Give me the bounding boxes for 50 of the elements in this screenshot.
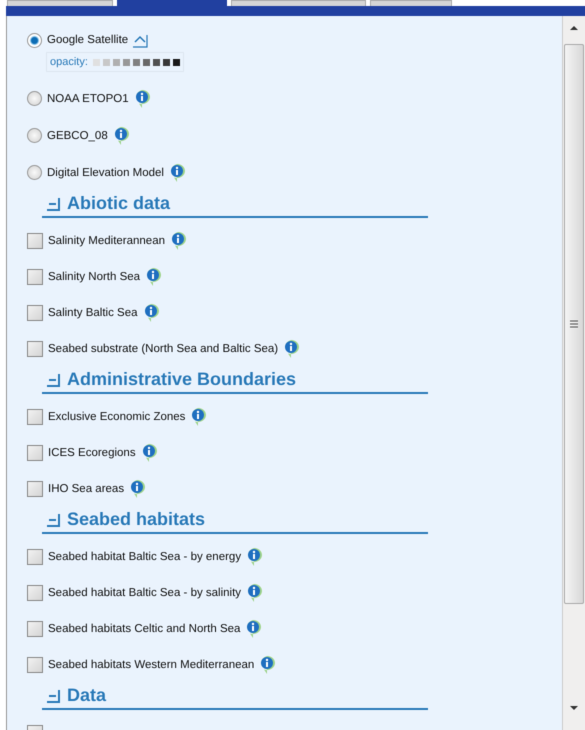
- collapse-icon[interactable]: [46, 688, 60, 702]
- scrollbar[interactable]: [562, 16, 585, 730]
- group-title: Data: [67, 685, 106, 706]
- layer-label: Salinity Mediterannean: [48, 235, 165, 247]
- layer-label: GEBCO_08: [47, 130, 108, 142]
- group-header[interactable]: Seabed habitats: [42, 507, 428, 534]
- layer-label: Salinty Baltic Sea: [48, 307, 138, 319]
- layer-label: Seabed habitats Western Mediterranean: [48, 659, 254, 671]
- layer-label: Google Satellite: [47, 34, 128, 46]
- group-header[interactable]: Administrative Boundaries: [42, 367, 428, 394]
- layer-label: NOAA ETOPO1: [47, 92, 129, 104]
- opacity-label: opacity:: [50, 56, 88, 68]
- collapse-icon[interactable]: [132, 32, 148, 48]
- layer-label: Seabed habitats Celtic and North Sea: [48, 623, 240, 635]
- layer-label: Exclusive Economic Zones: [48, 411, 186, 423]
- collapse-icon[interactable]: [46, 512, 60, 526]
- checkbox[interactable]: [27, 233, 43, 249]
- group-title: Administrative Boundaries: [67, 369, 296, 390]
- radio-button[interactable]: [27, 91, 42, 106]
- scroll-up-icon[interactable]: [569, 24, 579, 32]
- collapse-icon[interactable]: [46, 372, 60, 386]
- checkbox[interactable]: [27, 585, 43, 601]
- checkbox[interactable]: [27, 621, 43, 637]
- checkbox[interactable]: [27, 269, 43, 285]
- layer-label: Seabed habitat Baltic Sea - by energy: [48, 551, 242, 563]
- radio-button[interactable]: [27, 128, 42, 143]
- group-header[interactable]: Abiotic data: [42, 191, 428, 218]
- checkbox[interactable]: [27, 409, 43, 425]
- group-title: Abiotic data: [67, 193, 170, 214]
- layer-label: Digital Elevation Model: [47, 166, 164, 178]
- radio-button[interactable]: [27, 165, 42, 180]
- layer-label: Salinity North Sea: [48, 271, 140, 283]
- layer-label: Seabed habitat Baltic Sea - by salinity: [48, 587, 242, 599]
- opacity-control[interactable]: opacity:: [46, 52, 184, 72]
- grip-icon: [570, 320, 578, 328]
- checkbox[interactable]: [27, 305, 43, 321]
- checkbox[interactable]: [27, 549, 43, 565]
- checkbox[interactable]: [27, 445, 43, 461]
- checkbox[interactable]: [27, 481, 43, 497]
- scroll-down-icon[interactable]: [569, 704, 579, 712]
- layer-label: IHO Sea areas: [48, 483, 124, 495]
- collapse-icon[interactable]: [46, 196, 60, 210]
- layer-label: Seabed substrate (North Sea and Baltic Sea): [48, 343, 278, 355]
- scrollbar-thumb[interactable]: [564, 44, 584, 604]
- group-title: Seabed habitats: [67, 509, 206, 530]
- checkbox[interactable]: [27, 657, 43, 673]
- checkbox[interactable]: [27, 341, 43, 357]
- layer-label: ICES Ecoregions: [48, 447, 136, 459]
- radio-button[interactable]: [27, 32, 42, 48]
- group-header[interactable]: Data: [42, 683, 428, 710]
